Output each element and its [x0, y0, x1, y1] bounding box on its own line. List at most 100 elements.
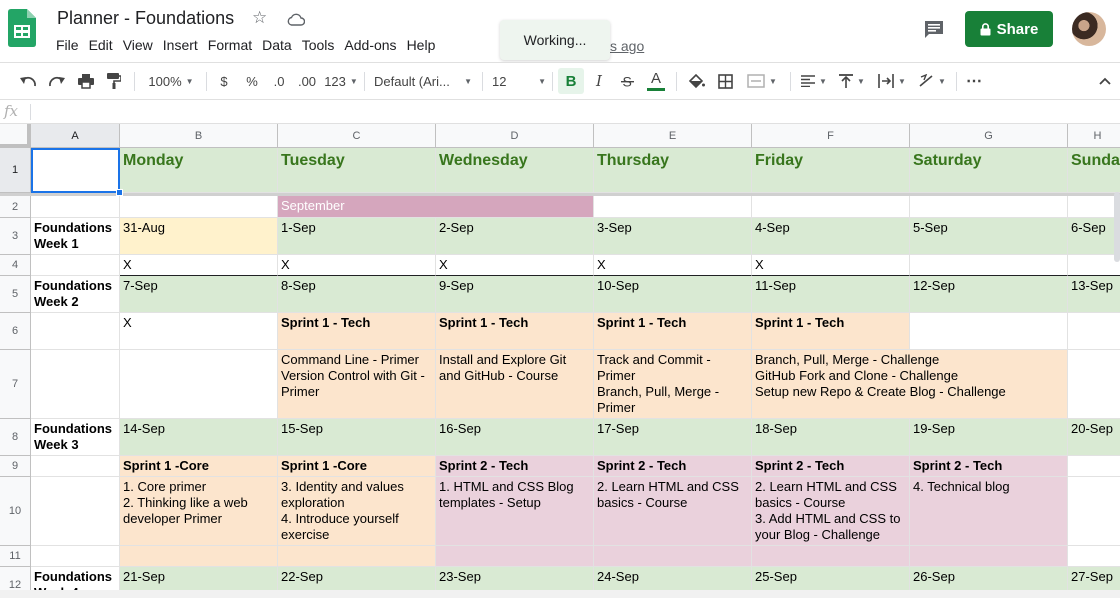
cell-h10[interactable] [1068, 477, 1120, 546]
sprint-label-cell[interactable]: Sprint 1 -Core [120, 456, 278, 477]
done-mark-cell[interactable]: X [278, 255, 436, 276]
avatar[interactable] [1072, 12, 1106, 46]
horizontal-scrollbar[interactable] [0, 590, 1120, 598]
cell-f11[interactable] [752, 546, 910, 567]
cell-a7[interactable] [31, 350, 120, 419]
row-header-10[interactable]: 10 [0, 477, 31, 546]
column-header-b[interactable]: B [120, 124, 278, 148]
cell-d11[interactable] [436, 546, 594, 567]
date-cell[interactable]: 3-Sep [594, 218, 752, 255]
bold-button[interactable]: B [558, 68, 584, 94]
cell-b11[interactable] [120, 546, 278, 567]
week-label-cell[interactable]: Foundations Week 1 [31, 218, 120, 255]
row-header-8[interactable]: 8 [0, 419, 31, 456]
sprint-label-cell[interactable]: Sprint 2 - Tech [910, 456, 1068, 477]
sprint-label-cell[interactable]: Sprint 2 - Tech [752, 456, 910, 477]
column-header-a[interactable]: A [31, 124, 120, 148]
row-header-7[interactable]: 7 [0, 350, 31, 419]
borders-icon[interactable] [714, 63, 736, 99]
cell-g4[interactable] [910, 255, 1068, 276]
date-cell[interactable]: 8-Sep [278, 276, 436, 313]
cell-f2[interactable] [752, 196, 910, 218]
column-header-c[interactable]: C [278, 124, 436, 148]
sprint-label-cell[interactable]: Sprint 2 - Tech [594, 456, 752, 477]
task-cell[interactable]: 1. HTML and CSS Blog templates - Setup [436, 477, 594, 546]
menu-view[interactable]: View [118, 37, 158, 55]
cell-a10[interactable] [31, 477, 120, 546]
cell-c11[interactable] [278, 546, 436, 567]
menu-data[interactable]: Data [257, 37, 297, 55]
task-cell[interactable]: Install and Explore Git and GitHub - Cou… [436, 350, 594, 419]
column-header-h[interactable]: H [1068, 124, 1120, 148]
row-header-11[interactable]: 11 [0, 546, 31, 567]
row-header-3[interactable]: 3 [0, 218, 31, 255]
more-formats-button[interactable]: 123 ▼ [324, 63, 358, 99]
merge-cells-icon[interactable]: ▼ [742, 63, 782, 99]
cell-e11[interactable] [594, 546, 752, 567]
day-header-tuesday[interactable]: Tuesday [278, 148, 436, 193]
share-button[interactable]: Share [965, 11, 1053, 47]
done-mark-cell[interactable]: X [594, 255, 752, 276]
done-mark-cell[interactable]: X [436, 255, 594, 276]
sheets-logo-icon[interactable] [8, 9, 36, 47]
cell-a6[interactable] [31, 313, 120, 350]
paint-format-icon[interactable] [102, 63, 126, 99]
cell-g6[interactable] [910, 313, 1068, 350]
decrease-decimals-button[interactable]: .0 [268, 63, 290, 99]
date-cell[interactable]: 19-Sep [910, 419, 1068, 456]
collapse-toolbar-icon[interactable] [1094, 63, 1116, 99]
sprint-label-cell[interactable]: Sprint 1 - Tech [436, 313, 594, 350]
cell-g2[interactable] [910, 196, 1068, 218]
task-cell[interactable]: 2. Learn HTML and CSS basics - Course 3.… [752, 477, 910, 546]
cell-e2[interactable] [594, 196, 752, 218]
task-cell[interactable]: 1. Core primer 2. Thinking like a web de… [120, 477, 278, 546]
date-cell[interactable]: 9-Sep [436, 276, 594, 313]
sprint-label-cell[interactable]: Sprint 1 -Core [278, 456, 436, 477]
date-cell[interactable]: 5-Sep [910, 218, 1068, 255]
column-header-g[interactable]: G [910, 124, 1068, 148]
date-cell[interactable]: 13-Sep [1068, 276, 1120, 313]
cell-g11[interactable] [910, 546, 1068, 567]
column-header-d[interactable]: D [436, 124, 594, 148]
date-cell[interactable]: 10-Sep [594, 276, 752, 313]
sprint-label-cell[interactable]: Sprint 1 - Tech [594, 313, 752, 350]
done-mark-cell[interactable]: X [120, 255, 278, 276]
cell-a11[interactable] [31, 546, 120, 567]
task-cell[interactable]: Command Line - Primer Version Control wi… [278, 350, 436, 419]
row-header-1[interactable]: 1 [0, 148, 31, 193]
italic-button[interactable]: I [588, 63, 610, 99]
row-header-4[interactable]: 4 [0, 255, 31, 276]
fill-color-icon[interactable] [684, 63, 708, 99]
date-cell[interactable]: 7-Sep [120, 276, 278, 313]
cell-h9[interactable] [1068, 456, 1120, 477]
date-cell[interactable]: 18-Sep [752, 419, 910, 456]
cell-b2[interactable] [120, 196, 278, 218]
cell-h7[interactable] [1068, 350, 1120, 419]
month-label-cell[interactable]: September [278, 196, 594, 218]
day-header-thursday[interactable]: Thursday [594, 148, 752, 193]
date-cell[interactable]: 4-Sep [752, 218, 910, 255]
menu-file[interactable]: File [51, 37, 84, 55]
cell-h11[interactable] [1068, 546, 1120, 567]
column-header-f[interactable]: F [752, 124, 910, 148]
print-icon[interactable] [74, 63, 98, 99]
done-mark-cell[interactable]: X [752, 255, 910, 276]
comment-icon[interactable] [923, 19, 945, 39]
cell-h4[interactable] [1068, 255, 1120, 276]
menu-format[interactable]: Format [203, 37, 257, 55]
row-header-5[interactable]: 5 [0, 276, 31, 313]
date-cell[interactable]: 14-Sep [120, 419, 278, 456]
date-cell[interactable]: 2-Sep [436, 218, 594, 255]
font-size-select[interactable]: 12 ▼ [492, 63, 546, 99]
row-header-2[interactable]: 2 [0, 196, 31, 218]
menu-add-ons[interactable]: Add-ons [339, 37, 401, 55]
cloud-status-icon[interactable] [287, 12, 305, 26]
week-label-cell[interactable]: Foundations Week 2 [31, 276, 120, 313]
date-cell[interactable]: 11-Sep [752, 276, 910, 313]
menu-help[interactable]: Help [402, 37, 441, 55]
day-header-saturday[interactable]: Saturday [910, 148, 1068, 193]
task-cell[interactable]: 4. Technical blog [910, 477, 1068, 546]
strikethrough-icon[interactable]: S [616, 63, 638, 99]
cell-h6[interactable] [1068, 313, 1120, 350]
date-cell[interactable]: 1-Sep [278, 218, 436, 255]
